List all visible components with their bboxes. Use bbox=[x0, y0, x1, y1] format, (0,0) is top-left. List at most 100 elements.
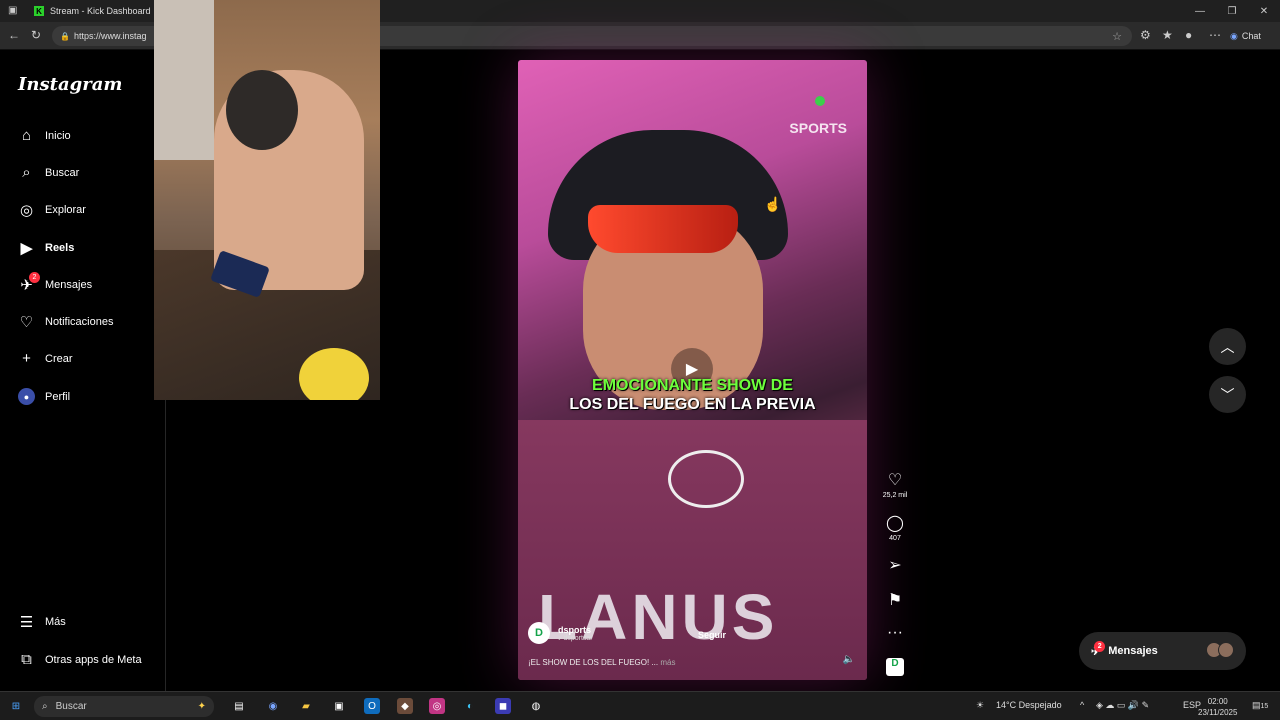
sidebar-item-label: Otras apps de Meta bbox=[45, 653, 142, 666]
sparkle-icon: ✦ bbox=[197, 701, 206, 712]
mute-icon[interactable]: 🔈 bbox=[843, 654, 855, 665]
sidebar-item-label: Inicio bbox=[45, 129, 71, 142]
menu-icon: ☰ bbox=[19, 613, 34, 631]
audio-thumb-icon: D bbox=[886, 658, 904, 676]
share-button[interactable]: ➢ bbox=[880, 555, 910, 575]
kick-icon: K bbox=[34, 6, 44, 16]
close-icon[interactable]: ✕ bbox=[1248, 0, 1280, 22]
follow-button[interactable]: Seguir bbox=[698, 630, 726, 640]
copilot-icon[interactable]: ◉ bbox=[265, 698, 281, 714]
sidebar-item-inicio[interactable]: ⌂ Inicio bbox=[18, 127, 71, 144]
copilot-chat-button[interactable]: ◉ Chat bbox=[1230, 26, 1274, 46]
audio-button[interactable]: D bbox=[880, 658, 910, 676]
comment-count: 407 bbox=[889, 535, 901, 542]
browser-tab-kick[interactable]: K Stream - Kick Dashboard bbox=[26, 0, 166, 22]
copilot-icon: ◉ bbox=[1230, 30, 1238, 41]
sidebar-item-meta-apps[interactable]: ⧉ Otras apps de Meta bbox=[18, 651, 142, 668]
task-view-icon[interactable]: ▤ bbox=[231, 698, 247, 714]
reel-video[interactable]: LANUS SPORTS ▶ EMOCIONANTE SHOW DE LOS D… bbox=[518, 60, 867, 680]
notification-icon[interactable]: ▤15 bbox=[1252, 700, 1268, 711]
sidebar-item-crear[interactable]: + Crear bbox=[18, 350, 73, 367]
edge-icon[interactable]: ◐ bbox=[462, 698, 478, 714]
like-button[interactable]: ♡ 25,2 mil bbox=[880, 470, 910, 499]
messages-pill[interactable]: ✈ 2 Mensajes bbox=[1079, 632, 1246, 670]
weather-icon[interactable]: ☀ bbox=[976, 700, 984, 711]
webcam-overlay bbox=[154, 0, 380, 400]
app-icon[interactable]: ◆ bbox=[397, 698, 413, 714]
back-icon[interactable]: ← bbox=[8, 28, 20, 42]
taskbar-search[interactable]: ⌕ Buscar ✦ bbox=[34, 696, 214, 717]
star-icon[interactable]: ☆ bbox=[1112, 30, 1122, 43]
tray-chevron-icon[interactable]: ^ bbox=[1080, 700, 1084, 710]
sidebar-item-mas[interactable]: ☰ Más bbox=[18, 613, 66, 631]
obs-icon[interactable]: ◼ bbox=[495, 698, 511, 714]
caption-line-2: LOS DEL FUEGO EN LA PREVIA bbox=[569, 396, 816, 413]
heart-icon: ♡ bbox=[19, 313, 34, 331]
chrome-icon[interactable]: ◍ bbox=[528, 698, 544, 714]
comment-icon: ◯ bbox=[886, 515, 904, 532]
restore-icon[interactable]: ❐ bbox=[1216, 0, 1248, 22]
sidebar-item-notificaciones[interactable]: ♡ Notificaciones bbox=[18, 313, 114, 331]
options-button[interactable]: ··· bbox=[880, 624, 910, 642]
save-button[interactable]: ⚑ bbox=[880, 590, 910, 610]
search-icon: ⌕ bbox=[22, 164, 31, 181]
instagram-logo[interactable]: Instagram bbox=[18, 74, 122, 95]
notification-count: 15 bbox=[1260, 703, 1269, 710]
more-dots-icon: ··· bbox=[887, 624, 903, 641]
author-avatar[interactable]: D bbox=[528, 622, 550, 644]
reel-author[interactable]: D dsports ♪ dsportsar bbox=[528, 622, 593, 644]
chevron-up-icon: ︿ bbox=[1220, 338, 1235, 355]
next-reel-button[interactable]: ﹀ bbox=[1209, 376, 1246, 413]
tab-title: Stream - Kick Dashboard bbox=[50, 6, 151, 16]
clock[interactable]: 02:00 23/11/2025 bbox=[1198, 696, 1237, 718]
instagram-sidebar: Instagram ⌂ Inicio ⌕ Buscar ◎ Explorar ▶… bbox=[0, 50, 166, 691]
play-icon: ▶ bbox=[685, 361, 699, 378]
webcam-wall bbox=[154, 0, 214, 160]
instagram-app-icon[interactable]: ◎ bbox=[429, 698, 445, 714]
bookmark-icon: ⚑ bbox=[887, 592, 903, 609]
like-count: 25,2 mil bbox=[882, 492, 908, 499]
outlook-icon[interactable]: O bbox=[364, 698, 380, 714]
weather-text[interactable]: 14°C Despejado bbox=[996, 700, 1062, 710]
sidebar-item-reels[interactable]: ▶ Reels bbox=[18, 239, 75, 257]
sports-logo-dot bbox=[815, 96, 825, 106]
url-text: https://www.instag bbox=[74, 31, 147, 41]
sidebar-item-perfil[interactable]: ● Perfil bbox=[18, 388, 70, 405]
sidebar-item-buscar[interactable]: ⌕ Buscar bbox=[18, 164, 79, 181]
messages-pill-badge: 2 bbox=[1094, 640, 1106, 652]
tray-icons[interactable]: ◈ ☁ ▭ 🔊 ✎ bbox=[1096, 700, 1149, 711]
file-explorer-icon[interactable]: ▰ bbox=[298, 698, 314, 714]
windows-taskbar: ⊞ ⌕ Buscar ✦ ▤ ◉ ▰ ▣ O ◆ ◎ ◐ ◼ ◍ ☀ 14°C … bbox=[0, 691, 1280, 720]
sidebar-item-label: Crear bbox=[45, 352, 73, 365]
messenger-icon: ✈ 2 bbox=[1091, 640, 1106, 658]
window-controls: — ❐ ✕ bbox=[1184, 0, 1280, 22]
extensions-icon[interactable]: ⚙ bbox=[1140, 28, 1151, 42]
favorites-icon[interactable]: ★ bbox=[1162, 28, 1173, 42]
chat-label: Chat bbox=[1241, 31, 1261, 41]
previous-reel-button[interactable]: ︿ bbox=[1209, 328, 1246, 365]
more-icon[interactable]: ⋯ bbox=[1209, 28, 1221, 42]
home-icon: ⌂ bbox=[21, 127, 32, 144]
start-icon[interactable]: ⊞ bbox=[8, 698, 24, 714]
refresh-icon[interactable]: ↻ bbox=[31, 28, 41, 42]
taskbar-search-placeholder: Buscar bbox=[55, 701, 87, 712]
chevron-down-icon: ﹀ bbox=[1220, 386, 1235, 403]
profile-icon[interactable]: ● bbox=[1185, 28, 1192, 42]
comment-button[interactable]: ◯ 407 bbox=[880, 513, 910, 542]
window-icon[interactable]: ▣ bbox=[8, 5, 17, 16]
sports-watermark: SPORTS bbox=[789, 120, 847, 136]
store-icon[interactable]: ▣ bbox=[331, 698, 347, 714]
avatar-icon: ● bbox=[18, 388, 35, 405]
author-name[interactable]: dsports bbox=[558, 625, 593, 635]
minimize-icon[interactable]: — bbox=[1184, 0, 1216, 22]
webcam-ball bbox=[299, 348, 369, 400]
more-link[interactable]: más bbox=[660, 658, 675, 667]
sidebar-item-label: Notificaciones bbox=[45, 315, 114, 328]
caption-line-1: EMOCIONANTE SHOW DE bbox=[592, 377, 793, 394]
webcam-head bbox=[226, 70, 298, 150]
sidebar-item-mensajes[interactable]: ✈ 2 Mensajes bbox=[18, 272, 92, 294]
plus-icon: + bbox=[22, 350, 31, 367]
sidebar-item-label: Reels bbox=[45, 241, 75, 254]
author-handle[interactable]: dsportsar bbox=[563, 635, 592, 642]
sidebar-item-explorar[interactable]: ◎ Explorar bbox=[18, 201, 86, 219]
